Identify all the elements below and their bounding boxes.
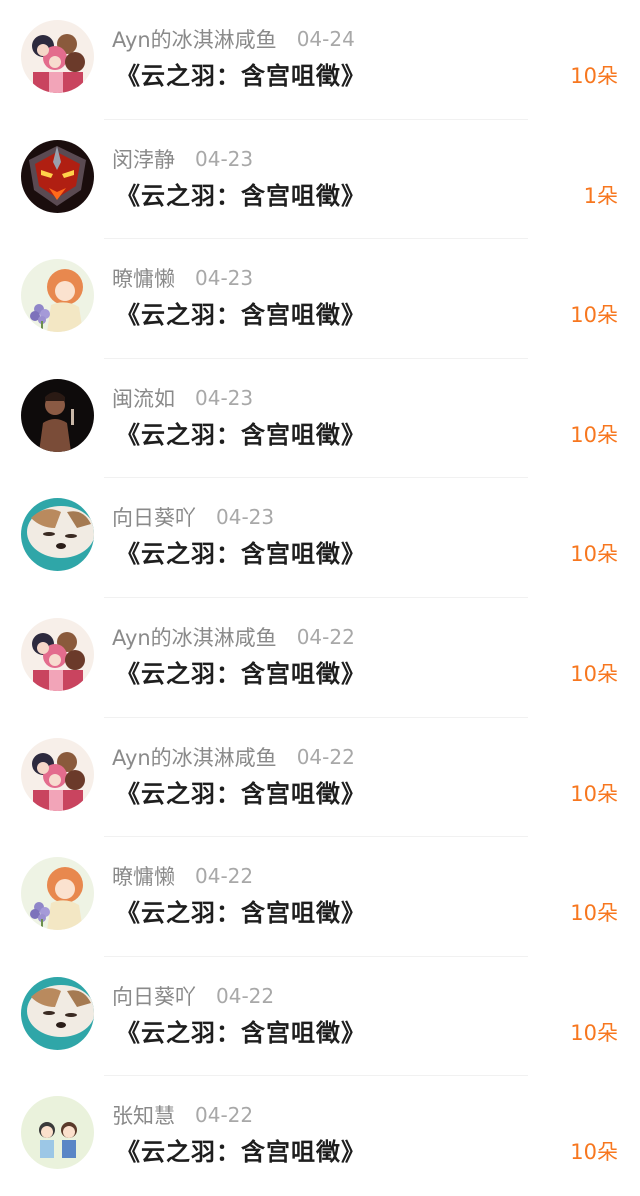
book-title[interactable]: 《云之羽：含宫咀徵》 bbox=[116, 1013, 366, 1048]
record-date: 04-23 bbox=[216, 505, 275, 530]
record-meta: 向日葵吖 04-23 bbox=[112, 502, 274, 532]
username[interactable]: 向日葵吖 bbox=[112, 502, 196, 532]
record-meta: 闽流如 04-23 bbox=[112, 383, 253, 413]
list-item[interactable]: 闽流如 04-23 《云之羽：含宫咀徵》 10朵 bbox=[0, 359, 640, 479]
book-title[interactable]: 《云之羽：含宫咀徵》 bbox=[116, 774, 366, 809]
list-item[interactable]: 向日葵吖 04-23 《云之羽：含宫咀徵》 10朵 bbox=[0, 478, 640, 598]
list-item[interactable]: 向日葵吖 04-22 《云之羽：含宫咀徵》 10朵 bbox=[0, 957, 640, 1077]
record-date: 04-22 bbox=[296, 624, 355, 649]
avatar-anime-girl-flowers-icon[interactable] bbox=[21, 259, 94, 333]
gift-amount: 10朵 bbox=[570, 901, 618, 926]
book-title[interactable]: 《云之羽：含宫咀徵》 bbox=[116, 534, 366, 569]
record-date: 04-23 bbox=[195, 266, 254, 291]
avatar-anime-girl-flowers-icon[interactable] bbox=[21, 857, 94, 931]
list-item[interactable]: 张知慧 04-22 《云之羽：含宫咀徵》 10朵 bbox=[0, 1076, 640, 1196]
book-title[interactable]: 《云之羽：含宫咀徵》 bbox=[116, 415, 366, 450]
gift-amount: 10朵 bbox=[570, 781, 618, 806]
record-meta: Ayn的冰淇淋咸鱼 04-22 bbox=[112, 742, 355, 772]
record-meta: 张知慧 04-22 bbox=[112, 1100, 253, 1130]
gift-record-list: Ayn的冰淇淋咸鱼 04-24 《云之羽：含宫咀徵》 10朵 闵浡静 04-23… bbox=[0, 0, 640, 1196]
record-date: 04-24 bbox=[296, 27, 355, 51]
avatar-anime-group-icon[interactable] bbox=[21, 617, 94, 691]
username[interactable]: 向日葵吖 bbox=[112, 981, 196, 1011]
list-item[interactable]: Ayn的冰淇淋咸鱼 04-24 《云之羽：含宫咀徵》 10朵 bbox=[0, 0, 640, 120]
username[interactable]: Ayn的冰淇淋咸鱼 bbox=[112, 24, 277, 54]
record-date: 04-22 bbox=[216, 983, 275, 1008]
record-meta: Ayn的冰淇淋咸鱼 04-22 bbox=[112, 622, 355, 652]
gift-amount: 10朵 bbox=[570, 661, 618, 686]
record-meta: 暸慵懒 04-22 bbox=[112, 861, 253, 891]
record-meta: 闵浡静 04-23 bbox=[112, 144, 253, 174]
gift-amount: 10朵 bbox=[570, 1140, 618, 1165]
username[interactable]: Ayn的冰淇淋咸鱼 bbox=[112, 622, 277, 652]
list-item[interactable]: Ayn的冰淇淋咸鱼 04-22 《云之羽：含宫咀徵》 10朵 bbox=[0, 718, 640, 838]
record-date: 04-22 bbox=[195, 1103, 254, 1128]
username[interactable]: 暸慵懒 bbox=[112, 861, 175, 891]
gift-amount: 10朵 bbox=[570, 64, 618, 88]
book-title[interactable]: 《云之羽：含宫咀徵》 bbox=[116, 176, 366, 211]
avatar-anime-group-icon[interactable] bbox=[21, 20, 94, 93]
avatar-couple-cartoon-icon[interactable] bbox=[21, 1096, 94, 1170]
record-date: 04-23 bbox=[195, 146, 254, 171]
list-item[interactable]: Ayn的冰淇淋咸鱼 04-22 《云之羽：含宫咀徵》 10朵 bbox=[0, 598, 640, 718]
username[interactable]: 闽流如 bbox=[112, 383, 175, 413]
gift-amount: 10朵 bbox=[570, 422, 618, 447]
record-meta: 暸慵懒 04-23 bbox=[112, 263, 253, 293]
book-title[interactable]: 《云之羽：含宫咀徵》 bbox=[116, 654, 366, 689]
gift-amount: 10朵 bbox=[570, 1020, 618, 1045]
username[interactable]: Ayn的冰淇淋咸鱼 bbox=[112, 742, 277, 772]
username[interactable]: 暸慵懒 bbox=[112, 263, 175, 293]
book-title[interactable]: 《云之羽：含宫咀徵》 bbox=[116, 1132, 366, 1167]
gift-amount: 10朵 bbox=[570, 303, 618, 328]
record-meta: Ayn的冰淇淋咸鱼 04-24 bbox=[112, 24, 355, 54]
avatar-sleeping-dog-icon[interactable] bbox=[21, 498, 94, 572]
list-item[interactable]: 暸慵懒 04-22 《云之羽：含宫咀徵》 10朵 bbox=[0, 837, 640, 957]
book-title[interactable]: 《云之羽：含宫咀徵》 bbox=[116, 56, 366, 91]
avatar-man-dark-icon[interactable] bbox=[21, 378, 94, 452]
record-meta: 向日葵吖 04-22 bbox=[112, 981, 274, 1011]
username[interactable]: 闵浡静 bbox=[112, 144, 175, 174]
avatar-anime-group-icon[interactable] bbox=[21, 737, 94, 811]
record-date: 04-22 bbox=[296, 744, 355, 769]
avatar-sleeping-dog-icon[interactable] bbox=[21, 976, 94, 1050]
book-title[interactable]: 《云之羽：含宫咀徵》 bbox=[116, 893, 366, 928]
gift-amount: 10朵 bbox=[570, 542, 618, 567]
avatar-warrior-helmet-icon[interactable] bbox=[21, 139, 94, 213]
book-title[interactable]: 《云之羽：含宫咀徵》 bbox=[116, 295, 366, 330]
record-date: 04-23 bbox=[195, 385, 254, 410]
list-item[interactable]: 闵浡静 04-23 《云之羽：含宫咀徵》 1朵 bbox=[0, 120, 640, 240]
list-item[interactable]: 暸慵懒 04-23 《云之羽：含宫咀徵》 10朵 bbox=[0, 239, 640, 359]
record-date: 04-22 bbox=[195, 864, 254, 889]
gift-amount: 1朵 bbox=[583, 183, 618, 208]
username[interactable]: 张知慧 bbox=[112, 1100, 175, 1130]
